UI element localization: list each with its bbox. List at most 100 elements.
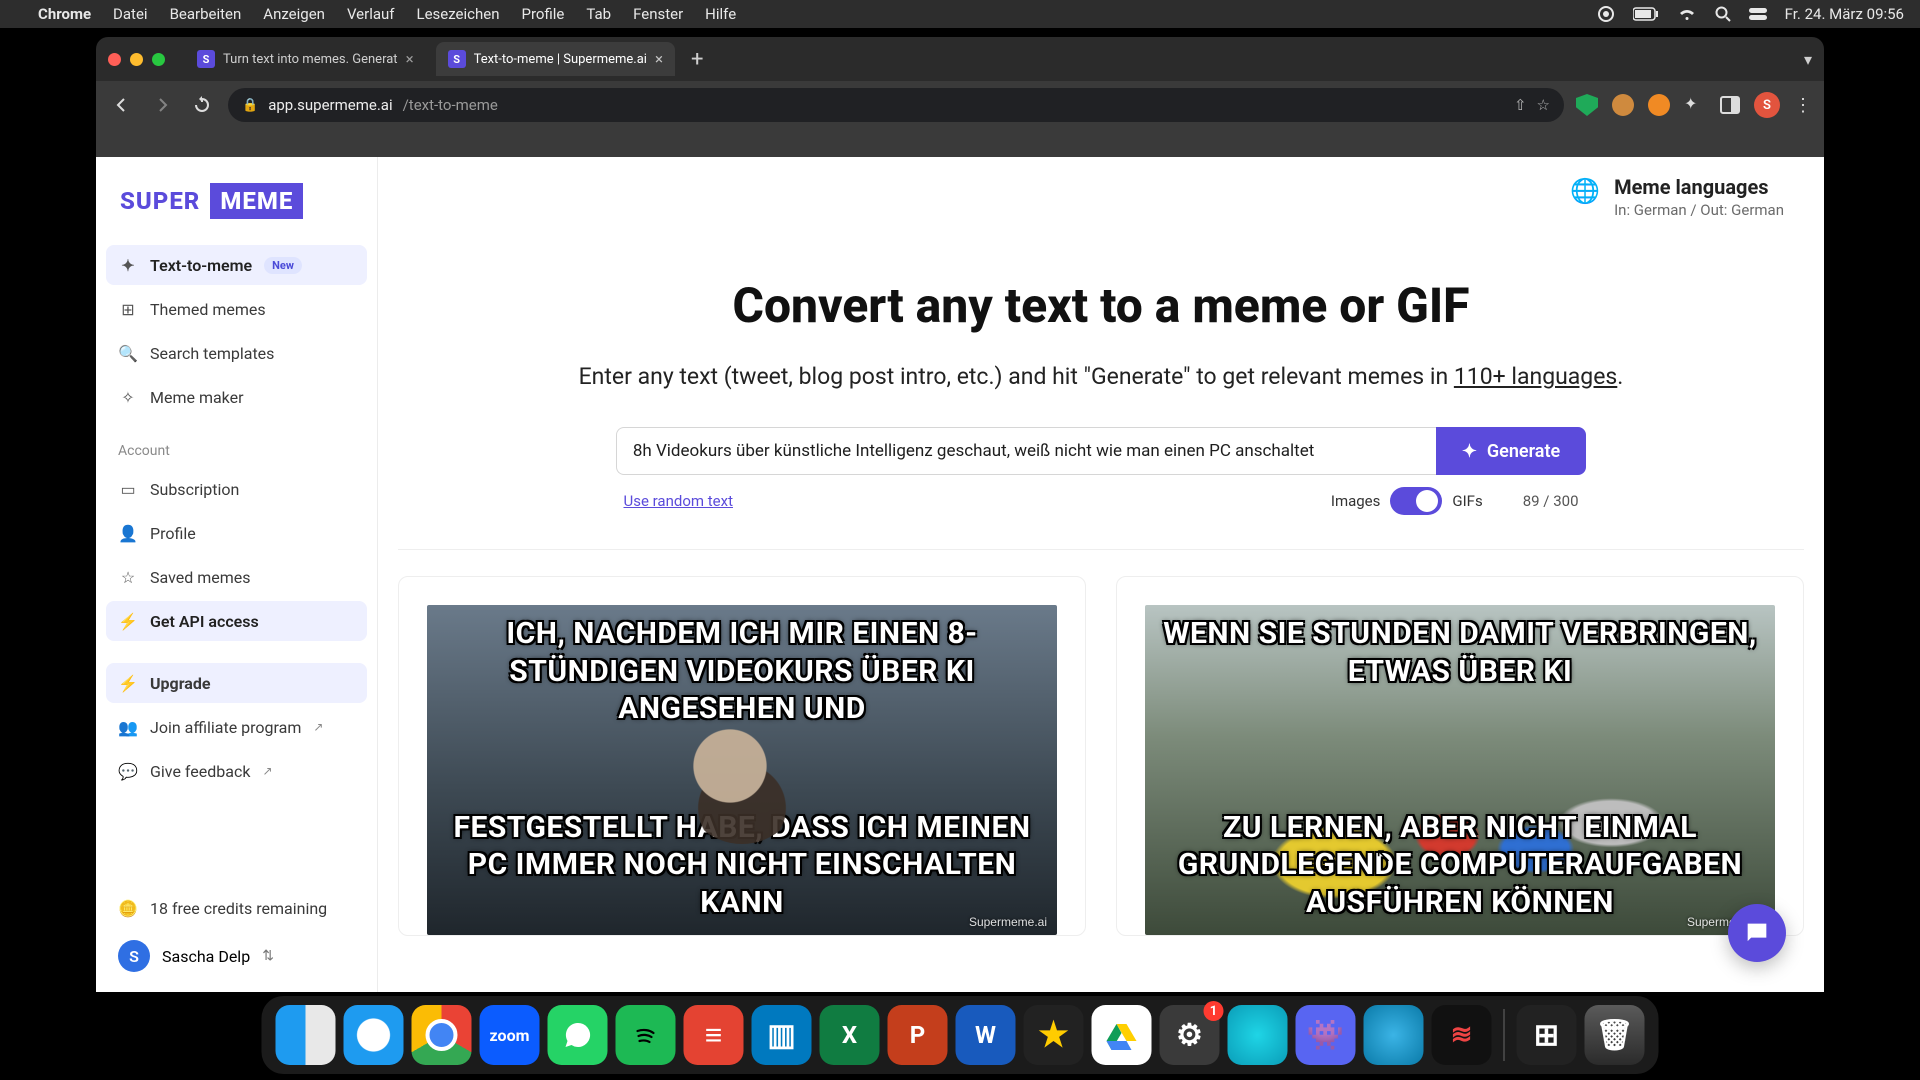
dock-app-todoist[interactable]: ≡ bbox=[684, 1005, 744, 1065]
logo-text-left: SUPER bbox=[114, 183, 206, 219]
dock-app-imovie[interactable]: ★ bbox=[1024, 1005, 1084, 1065]
extensions-menu-icon[interactable]: ✦ bbox=[1684, 94, 1706, 116]
lock-icon: 🔒 bbox=[242, 98, 258, 113]
dock-app-trello[interactable]: ▥ bbox=[752, 1005, 812, 1065]
toggle-label-gifs[interactable]: GIFs bbox=[1452, 492, 1482, 510]
dock-app-generic[interactable] bbox=[1228, 1005, 1288, 1065]
sidebar-item-subscription[interactable]: ▭ Subscription bbox=[106, 469, 367, 509]
meme-top-text: ICH, NACHDEM ICH MIR EINEN 8-STÜNDIGEN V… bbox=[439, 615, 1045, 728]
meme-card[interactable]: ICH, NACHDEM ICH MIR EINEN 8-STÜNDIGEN V… bbox=[398, 576, 1086, 936]
dock-app-spotify[interactable] bbox=[616, 1005, 676, 1065]
menubar-item[interactable]: Tab bbox=[586, 5, 611, 23]
sidebar-item-api-access[interactable]: ⚡ Get API access bbox=[106, 601, 367, 641]
user-menu[interactable]: S Sascha Delp ⇅ bbox=[106, 932, 367, 980]
menubar-item[interactable]: Verlauf bbox=[347, 5, 395, 23]
window-minimize[interactable] bbox=[130, 53, 143, 66]
spotlight-icon[interactable] bbox=[1715, 6, 1731, 22]
bookmark-star-icon[interactable]: ☆ bbox=[1537, 96, 1550, 114]
sidebar-item-credits[interactable]: 🪙 18 free credits remaining bbox=[106, 888, 367, 928]
nav-reload-button[interactable] bbox=[188, 91, 216, 119]
menubar-item[interactable]: Profile bbox=[522, 5, 565, 23]
sidebar-item-label: Text-to-meme bbox=[150, 256, 252, 275]
dock-app-discord[interactable]: 👾 bbox=[1296, 1005, 1356, 1065]
sidebar-item-text-to-meme[interactable]: ✦ Text-to-meme New bbox=[106, 245, 367, 285]
browser-tab[interactable]: S Turn text into memes. Generat × bbox=[185, 42, 426, 76]
sidebar-item-label: Upgrade bbox=[150, 674, 211, 693]
sidebar-item-profile[interactable]: 👤 Profile bbox=[106, 513, 367, 553]
menubar-item[interactable]: Lesezeichen bbox=[417, 5, 500, 23]
tab-close-icon[interactable]: × bbox=[655, 50, 663, 68]
control-center-icon[interactable] bbox=[1749, 8, 1767, 20]
battery-icon[interactable] bbox=[1633, 7, 1659, 21]
main-content: 🌐 Meme languages In: German / Out: Germa… bbox=[378, 157, 1824, 992]
form-options-row: Use random text Images GIFs 89 / 300 bbox=[624, 487, 1579, 515]
sidepanel-icon[interactable] bbox=[1720, 96, 1740, 114]
dock-app-quicktime[interactable] bbox=[1364, 1005, 1424, 1065]
extension-adblock-icon[interactable] bbox=[1576, 94, 1598, 116]
language-selector[interactable]: 🌐 Meme languages In: German / Out: Germa… bbox=[1570, 175, 1784, 219]
meme-card[interactable]: WENN SIE STUNDEN DAMIT VERBRINGEN, ETWAS… bbox=[1116, 576, 1804, 936]
menubar-item[interactable]: Hilfe bbox=[705, 5, 736, 23]
menubar-app-name[interactable]: Chrome bbox=[38, 5, 91, 23]
address-bar[interactable]: 🔒 app.supermeme.ai/text-to-meme ⇧ ☆ bbox=[228, 88, 1564, 122]
menubar-item[interactable]: Bearbeiten bbox=[170, 5, 242, 23]
sidebar-item-themed-memes[interactable]: ⊞ Themed memes bbox=[106, 289, 367, 329]
dock-app-zoom[interactable]: zoom bbox=[480, 1005, 540, 1065]
tab-search-icon[interactable]: ▾ bbox=[1804, 50, 1812, 69]
generate-form: ✦ Generate bbox=[418, 427, 1784, 475]
menubar-clock[interactable]: Fr. 24. März 09:56 bbox=[1785, 5, 1904, 23]
dock-app-excel[interactable]: X bbox=[820, 1005, 880, 1065]
app-logo[interactable]: SUPER MEME bbox=[114, 183, 359, 219]
sidebar-item-feedback[interactable]: 💬 Give feedback ↗ bbox=[106, 751, 367, 791]
dock-app-voicememos[interactable]: ≋ bbox=[1432, 1005, 1492, 1065]
screen-record-icon[interactable] bbox=[1597, 5, 1615, 23]
dock-trash[interactable]: 🗑 bbox=[1585, 1005, 1645, 1065]
menubar-item[interactable]: Datei bbox=[113, 5, 148, 23]
sidebar-item-search-templates[interactable]: 🔍 Search templates bbox=[106, 333, 367, 373]
tab-close-icon[interactable]: × bbox=[406, 50, 414, 68]
menubar-item[interactable]: Fenster bbox=[633, 5, 683, 23]
sidebar-item-affiliate[interactable]: 👥 Join affiliate program ↗ bbox=[106, 707, 367, 747]
meme-watermark: Supermeme.ai bbox=[969, 915, 1047, 929]
share-icon[interactable]: ⇧ bbox=[1514, 96, 1527, 114]
dock-app-settings[interactable]: ⚙1 bbox=[1160, 1005, 1220, 1065]
menubar-item[interactable]: Anzeigen bbox=[263, 5, 325, 23]
dock-app-safari[interactable] bbox=[344, 1005, 404, 1065]
languages-link[interactable]: 110+ languages bbox=[1454, 363, 1617, 390]
sidebar-item-meme-maker[interactable]: ✧ Meme maker bbox=[106, 377, 367, 417]
user-name: Sascha Delp bbox=[162, 947, 250, 966]
dock-app-missioncontrol[interactable]: ⊞ bbox=[1517, 1005, 1577, 1065]
extension-icon[interactable] bbox=[1612, 94, 1634, 116]
images-gifs-switch[interactable] bbox=[1390, 487, 1442, 515]
sidebar-item-label: Saved memes bbox=[150, 568, 251, 587]
extensions-row: ✦ S ⋮ bbox=[1576, 92, 1812, 118]
dock-app-powerpoint[interactable]: P bbox=[888, 1005, 948, 1065]
macos-dock: zoom ≡ ▥ X P W ★ ⚙1 👾 ≋ ⊞ 🗑 bbox=[262, 996, 1659, 1074]
window-close[interactable] bbox=[108, 53, 121, 66]
dock-app-drive[interactable] bbox=[1092, 1005, 1152, 1065]
nav-back-button[interactable] bbox=[108, 91, 136, 119]
random-text-link[interactable]: Use random text bbox=[624, 492, 733, 510]
chrome-menu-icon[interactable]: ⋮ bbox=[1794, 95, 1812, 116]
search-icon: 🔍 bbox=[118, 344, 138, 363]
window-zoom[interactable] bbox=[152, 53, 165, 66]
dock-app-word[interactable]: W bbox=[956, 1005, 1016, 1065]
support-chat-button[interactable] bbox=[1728, 904, 1786, 962]
browser-tab-active[interactable]: S Text-to-meme | Supermeme.ai × bbox=[436, 42, 675, 76]
dock-app-finder[interactable] bbox=[276, 1005, 336, 1065]
results-grid: ICH, NACHDEM ICH MIR EINEN 8-STÜNDIGEN V… bbox=[378, 550, 1824, 936]
generate-button[interactable]: ✦ Generate bbox=[1436, 427, 1586, 475]
wifi-icon[interactable] bbox=[1677, 7, 1697, 21]
profile-avatar[interactable]: S bbox=[1754, 92, 1780, 118]
sidebar-item-saved-memes[interactable]: ☆ Saved memes bbox=[106, 557, 367, 597]
sidebar-item-upgrade[interactable]: ⚡ Upgrade bbox=[106, 663, 367, 703]
sidebar-item-label: Join affiliate program bbox=[150, 718, 301, 737]
dock-app-chrome[interactable] bbox=[412, 1005, 472, 1065]
nav-forward-button[interactable] bbox=[148, 91, 176, 119]
prompt-input[interactable] bbox=[616, 427, 1436, 475]
external-link-icon: ↗ bbox=[262, 764, 272, 778]
new-tab-button[interactable]: + bbox=[685, 47, 709, 72]
toggle-label-images[interactable]: Images bbox=[1331, 492, 1381, 510]
dock-app-whatsapp[interactable] bbox=[548, 1005, 608, 1065]
extension-icon[interactable] bbox=[1648, 94, 1670, 116]
